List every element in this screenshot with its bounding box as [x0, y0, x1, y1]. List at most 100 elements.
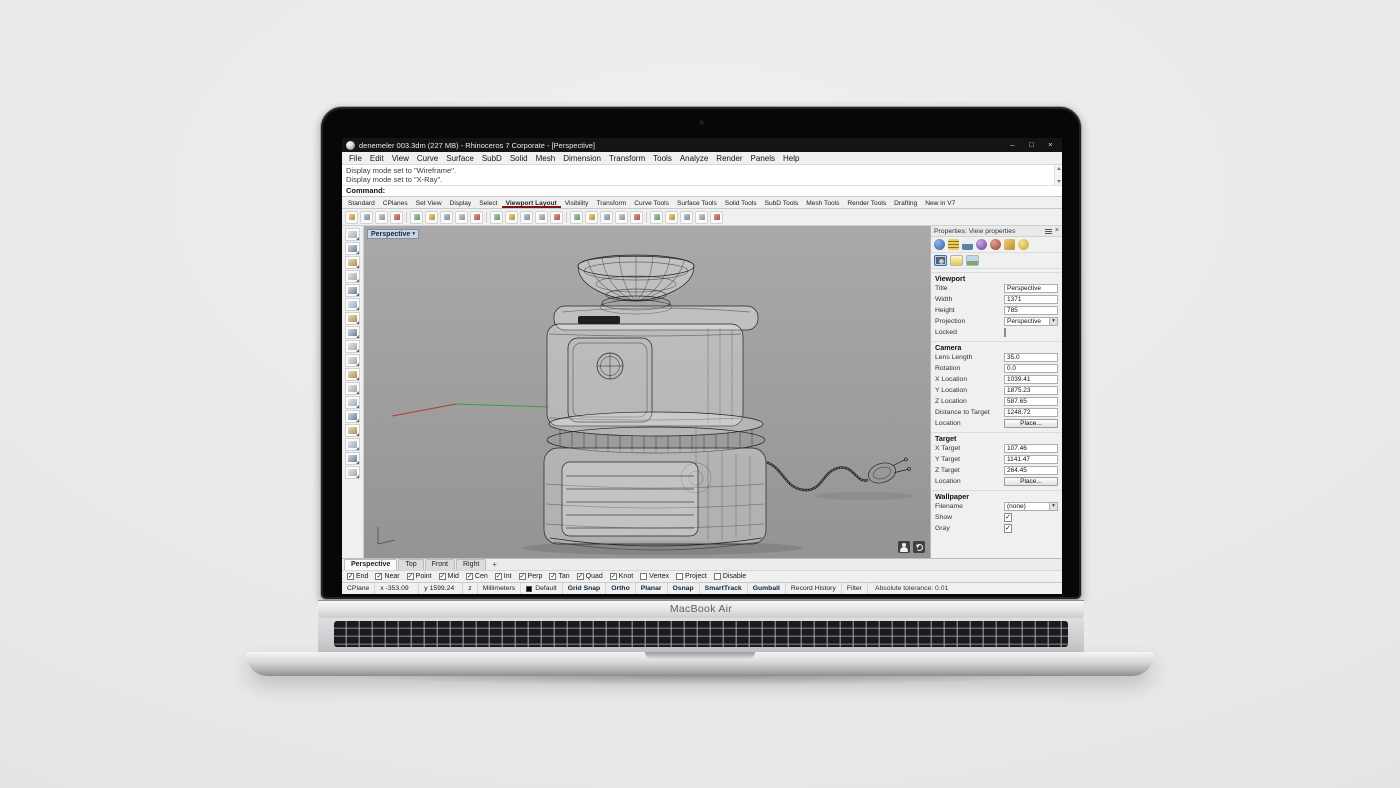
copy-object-icon[interactable] — [585, 211, 598, 224]
status-filter[interactable]: Filter — [842, 583, 868, 594]
person-icon[interactable] — [898, 541, 910, 553]
osnap-vertex[interactable]: Vertex — [640, 573, 669, 580]
polyline-icon[interactable] — [345, 256, 360, 269]
tab-standard[interactable]: Standard — [344, 199, 379, 208]
tab-surface-tools[interactable]: Surface Tools — [673, 199, 721, 208]
curve-icon[interactable] — [345, 270, 360, 283]
box-icon[interactable] — [345, 396, 360, 409]
tab-select[interactable]: Select — [475, 199, 501, 208]
command-history-scrollbar[interactable] — [1054, 165, 1062, 185]
menu-help[interactable]: Help — [779, 154, 803, 163]
panel-close-icon[interactable]: × — [1055, 226, 1059, 236]
dimension-icon[interactable] — [345, 466, 360, 479]
join-icon[interactable] — [650, 211, 663, 224]
scroll-up-icon[interactable] — [1057, 167, 1061, 170]
tab-cplanes[interactable]: CPlanes — [379, 199, 412, 208]
osnap-knot[interactable]: ✓Knot — [610, 573, 633, 580]
status-record-history[interactable]: Record History — [786, 583, 842, 594]
wallpaper-show-checkbox[interactable]: ✓ — [1004, 513, 1012, 522]
save-icon[interactable] — [375, 211, 388, 224]
wallpaper-properties-icon[interactable] — [966, 255, 979, 266]
checkbox[interactable]: ✓ — [495, 573, 502, 580]
checkbox[interactable]: ✓ — [610, 573, 617, 580]
menu-edit[interactable]: Edit — [366, 154, 388, 163]
properties-panel-icon[interactable] — [934, 239, 945, 250]
z-target-field[interactable]: 264.45 — [1004, 466, 1058, 475]
display-panel-icon[interactable] — [962, 239, 973, 250]
arc-icon[interactable] — [345, 298, 360, 311]
mirror-icon[interactable] — [630, 211, 643, 224]
tab-drafting[interactable]: Drafting — [890, 199, 921, 208]
tab-mesh-tools[interactable]: Mesh Tools — [802, 199, 843, 208]
cut-icon[interactable] — [410, 211, 423, 224]
sun-panel-icon[interactable] — [1018, 239, 1029, 250]
perspective-viewport[interactable]: Perspective ▾ — [364, 226, 930, 558]
checkbox[interactable]: ✓ — [407, 573, 414, 580]
status-layer[interactable]: Default — [521, 583, 563, 594]
move-icon[interactable] — [570, 211, 583, 224]
osnap-perp[interactable]: ✓Perp — [519, 573, 543, 580]
rotate-icon[interactable] — [600, 211, 613, 224]
viewport-tab-front[interactable]: Front — [425, 559, 455, 570]
menu-curve[interactable]: Curve — [413, 154, 442, 163]
height-field[interactable]: 785 — [1004, 306, 1058, 315]
close-button[interactable]: × — [1043, 138, 1058, 152]
new-file-icon[interactable] — [345, 211, 358, 224]
menu-panels[interactable]: Panels — [747, 154, 779, 163]
rotate-view-icon[interactable] — [550, 211, 563, 224]
cylinder-icon[interactable] — [345, 424, 360, 437]
tab-display[interactable]: Display — [446, 199, 476, 208]
checkbox[interactable] — [676, 573, 683, 580]
command-history[interactable]: Display mode set to "Wireframe". Display… — [342, 165, 1062, 186]
osnap-end[interactable]: ✓End — [347, 573, 368, 580]
tab-viewport-layout[interactable]: Viewport Layout — [502, 199, 561, 208]
open-file-icon[interactable] — [360, 211, 373, 224]
osnap-tan[interactable]: ✓Tan — [549, 573, 569, 580]
viewport-tab-right[interactable]: Right — [456, 559, 486, 570]
osnap-int[interactable]: ✓Int — [495, 573, 512, 580]
copy-icon[interactable] — [425, 211, 438, 224]
extrude-icon[interactable] — [345, 438, 360, 451]
new-viewport-tab-icon[interactable]: + — [492, 559, 497, 570]
menu-analyze[interactable]: Analyze — [676, 154, 712, 163]
osnap-mid[interactable]: ✓Mid — [439, 573, 459, 580]
menu-transform[interactable]: Transform — [605, 154, 649, 163]
status-smarttrack[interactable]: SmartTrack — [700, 583, 748, 594]
menu-mesh[interactable]: Mesh — [532, 154, 560, 163]
fillet-icon[interactable] — [695, 211, 708, 224]
pan-icon[interactable] — [505, 211, 518, 224]
paste-icon[interactable] — [440, 211, 453, 224]
menu-file[interactable]: File — [345, 154, 366, 163]
checkbox[interactable] — [640, 573, 647, 580]
redo-icon[interactable] — [470, 211, 483, 224]
tab-solid-tools[interactable]: Solid Tools — [721, 199, 761, 208]
status-cplane[interactable]: CPlane — [342, 583, 375, 594]
wallpaper-gray-checkbox[interactable]: ✓ — [1004, 524, 1012, 533]
status-osnap[interactable]: Osnap — [668, 583, 700, 594]
point-icon[interactable] — [345, 242, 360, 255]
status-grid-snap[interactable]: Grid Snap — [563, 583, 606, 594]
viewport-tab-perspective[interactable]: Perspective — [344, 559, 397, 570]
width-field[interactable]: 1371 — [1004, 295, 1058, 304]
undo-icon[interactable] — [455, 211, 468, 224]
polygon-icon[interactable] — [345, 340, 360, 353]
menu-view[interactable]: View — [388, 154, 413, 163]
menu-render[interactable]: Render — [712, 154, 746, 163]
boolean-icon[interactable] — [345, 452, 360, 465]
status-units[interactable]: Millimeters — [478, 583, 521, 594]
osnap-disable[interactable]: Disable — [714, 573, 746, 580]
checkbox[interactable]: ✓ — [549, 573, 556, 580]
scale-icon[interactable] — [615, 211, 628, 224]
tab-curve-tools[interactable]: Curve Tools — [630, 199, 673, 208]
viewport-tab-top[interactable]: Top — [398, 559, 423, 570]
tab-visibility[interactable]: Visibility — [561, 199, 593, 208]
point-cloud-icon[interactable] — [345, 368, 360, 381]
osnap-point[interactable]: ✓Point — [407, 573, 432, 580]
maximize-button[interactable]: □ — [1024, 138, 1039, 152]
text-icon[interactable] — [345, 354, 360, 367]
locked-checkbox[interactable] — [1004, 328, 1006, 337]
minimize-button[interactable]: – — [1005, 138, 1020, 152]
scroll-down-icon[interactable] — [1057, 180, 1061, 183]
status-gumball[interactable]: Gumball — [748, 583, 786, 594]
checkbox[interactable]: ✓ — [375, 573, 382, 580]
